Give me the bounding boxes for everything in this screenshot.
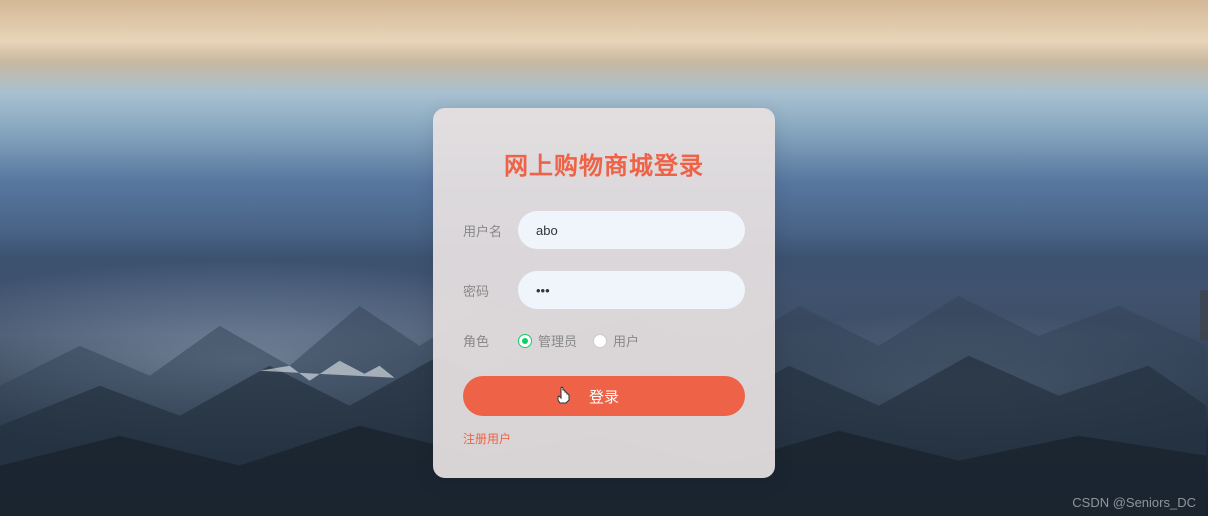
- scrollbar[interactable]: [1200, 290, 1208, 340]
- password-input[interactable]: [518, 271, 745, 309]
- radio-dot-icon: [522, 338, 528, 344]
- login-card: 网上购物商城登录 用户名 密码 角色 管理员 用户 登录: [433, 108, 775, 478]
- login-title: 网上购物商城登录: [463, 146, 745, 181]
- role-admin-label: 管理员: [538, 331, 577, 350]
- login-button[interactable]: 登录: [463, 376, 745, 416]
- role-radio-group: 管理员 用户: [518, 331, 639, 350]
- login-button-label: 登录: [589, 386, 619, 407]
- username-label: 用户名: [463, 221, 518, 240]
- username-row: 用户名: [463, 211, 745, 249]
- username-input[interactable]: [518, 211, 745, 249]
- cursor-pointer-icon: [556, 386, 572, 406]
- password-row: 密码: [463, 271, 745, 309]
- radio-circle-icon: [518, 334, 532, 348]
- role-label: 角色: [463, 331, 518, 350]
- watermark: CSDN @Seniors_DC: [1072, 495, 1196, 510]
- register-link[interactable]: 注册用户: [463, 430, 511, 447]
- role-radio-user[interactable]: 用户: [593, 331, 639, 350]
- role-radio-admin[interactable]: 管理员: [518, 331, 577, 350]
- password-label: 密码: [463, 281, 518, 300]
- radio-circle-icon: [593, 334, 607, 348]
- role-user-label: 用户: [613, 331, 639, 350]
- role-row: 角色 管理员 用户: [463, 331, 745, 350]
